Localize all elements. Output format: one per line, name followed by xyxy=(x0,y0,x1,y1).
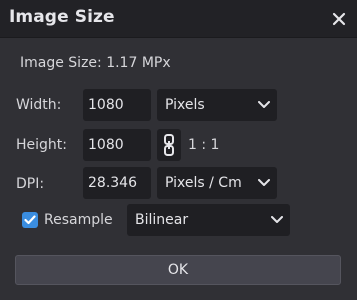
chevron-down-icon xyxy=(257,98,271,112)
width-unit-select[interactable]: Pixels xyxy=(157,89,277,121)
width-input[interactable]: 1080 xyxy=(83,89,151,121)
image-size-info: Image Size: 1.17 MPx xyxy=(20,55,171,71)
ok-button[interactable]: OK xyxy=(15,255,341,285)
keep-ratio-link-button[interactable] xyxy=(157,129,181,161)
dpi-label: DPI: xyxy=(16,176,45,192)
resample-method-value: Bilinear xyxy=(135,212,189,228)
close-icon xyxy=(332,12,346,26)
checkmark-icon xyxy=(24,215,36,225)
dpi-unit-select[interactable]: Pixels / Cm xyxy=(157,167,277,199)
ok-button-label: OK xyxy=(167,262,189,278)
image-size-dialog: Image Size Image Size: 1.17 MPx Width: 1… xyxy=(0,0,357,300)
dpi-value: 28.346 xyxy=(88,175,137,191)
width-unit-value: Pixels xyxy=(165,97,205,113)
resample-method-select[interactable]: Bilinear xyxy=(127,204,290,236)
chevron-down-icon xyxy=(270,213,284,227)
height-value: 1080 xyxy=(88,137,124,153)
aspect-ratio-text: 1 : 1 xyxy=(188,137,220,153)
height-label: Height: xyxy=(16,137,67,153)
resample-label[interactable]: Resample xyxy=(44,212,113,228)
width-value: 1080 xyxy=(88,97,124,113)
dpi-unit-value: Pixels / Cm xyxy=(165,175,242,191)
chain-link-icon xyxy=(164,134,174,156)
resample-checkbox[interactable] xyxy=(22,212,38,228)
dialog-title: Image Size xyxy=(9,7,115,27)
width-label: Width: xyxy=(16,97,62,113)
height-input[interactable]: 1080 xyxy=(83,129,151,161)
close-button[interactable] xyxy=(327,7,351,31)
title-bar: Image Size xyxy=(0,0,357,38)
chevron-down-icon xyxy=(257,176,271,190)
dpi-input[interactable]: 28.346 xyxy=(83,167,151,199)
